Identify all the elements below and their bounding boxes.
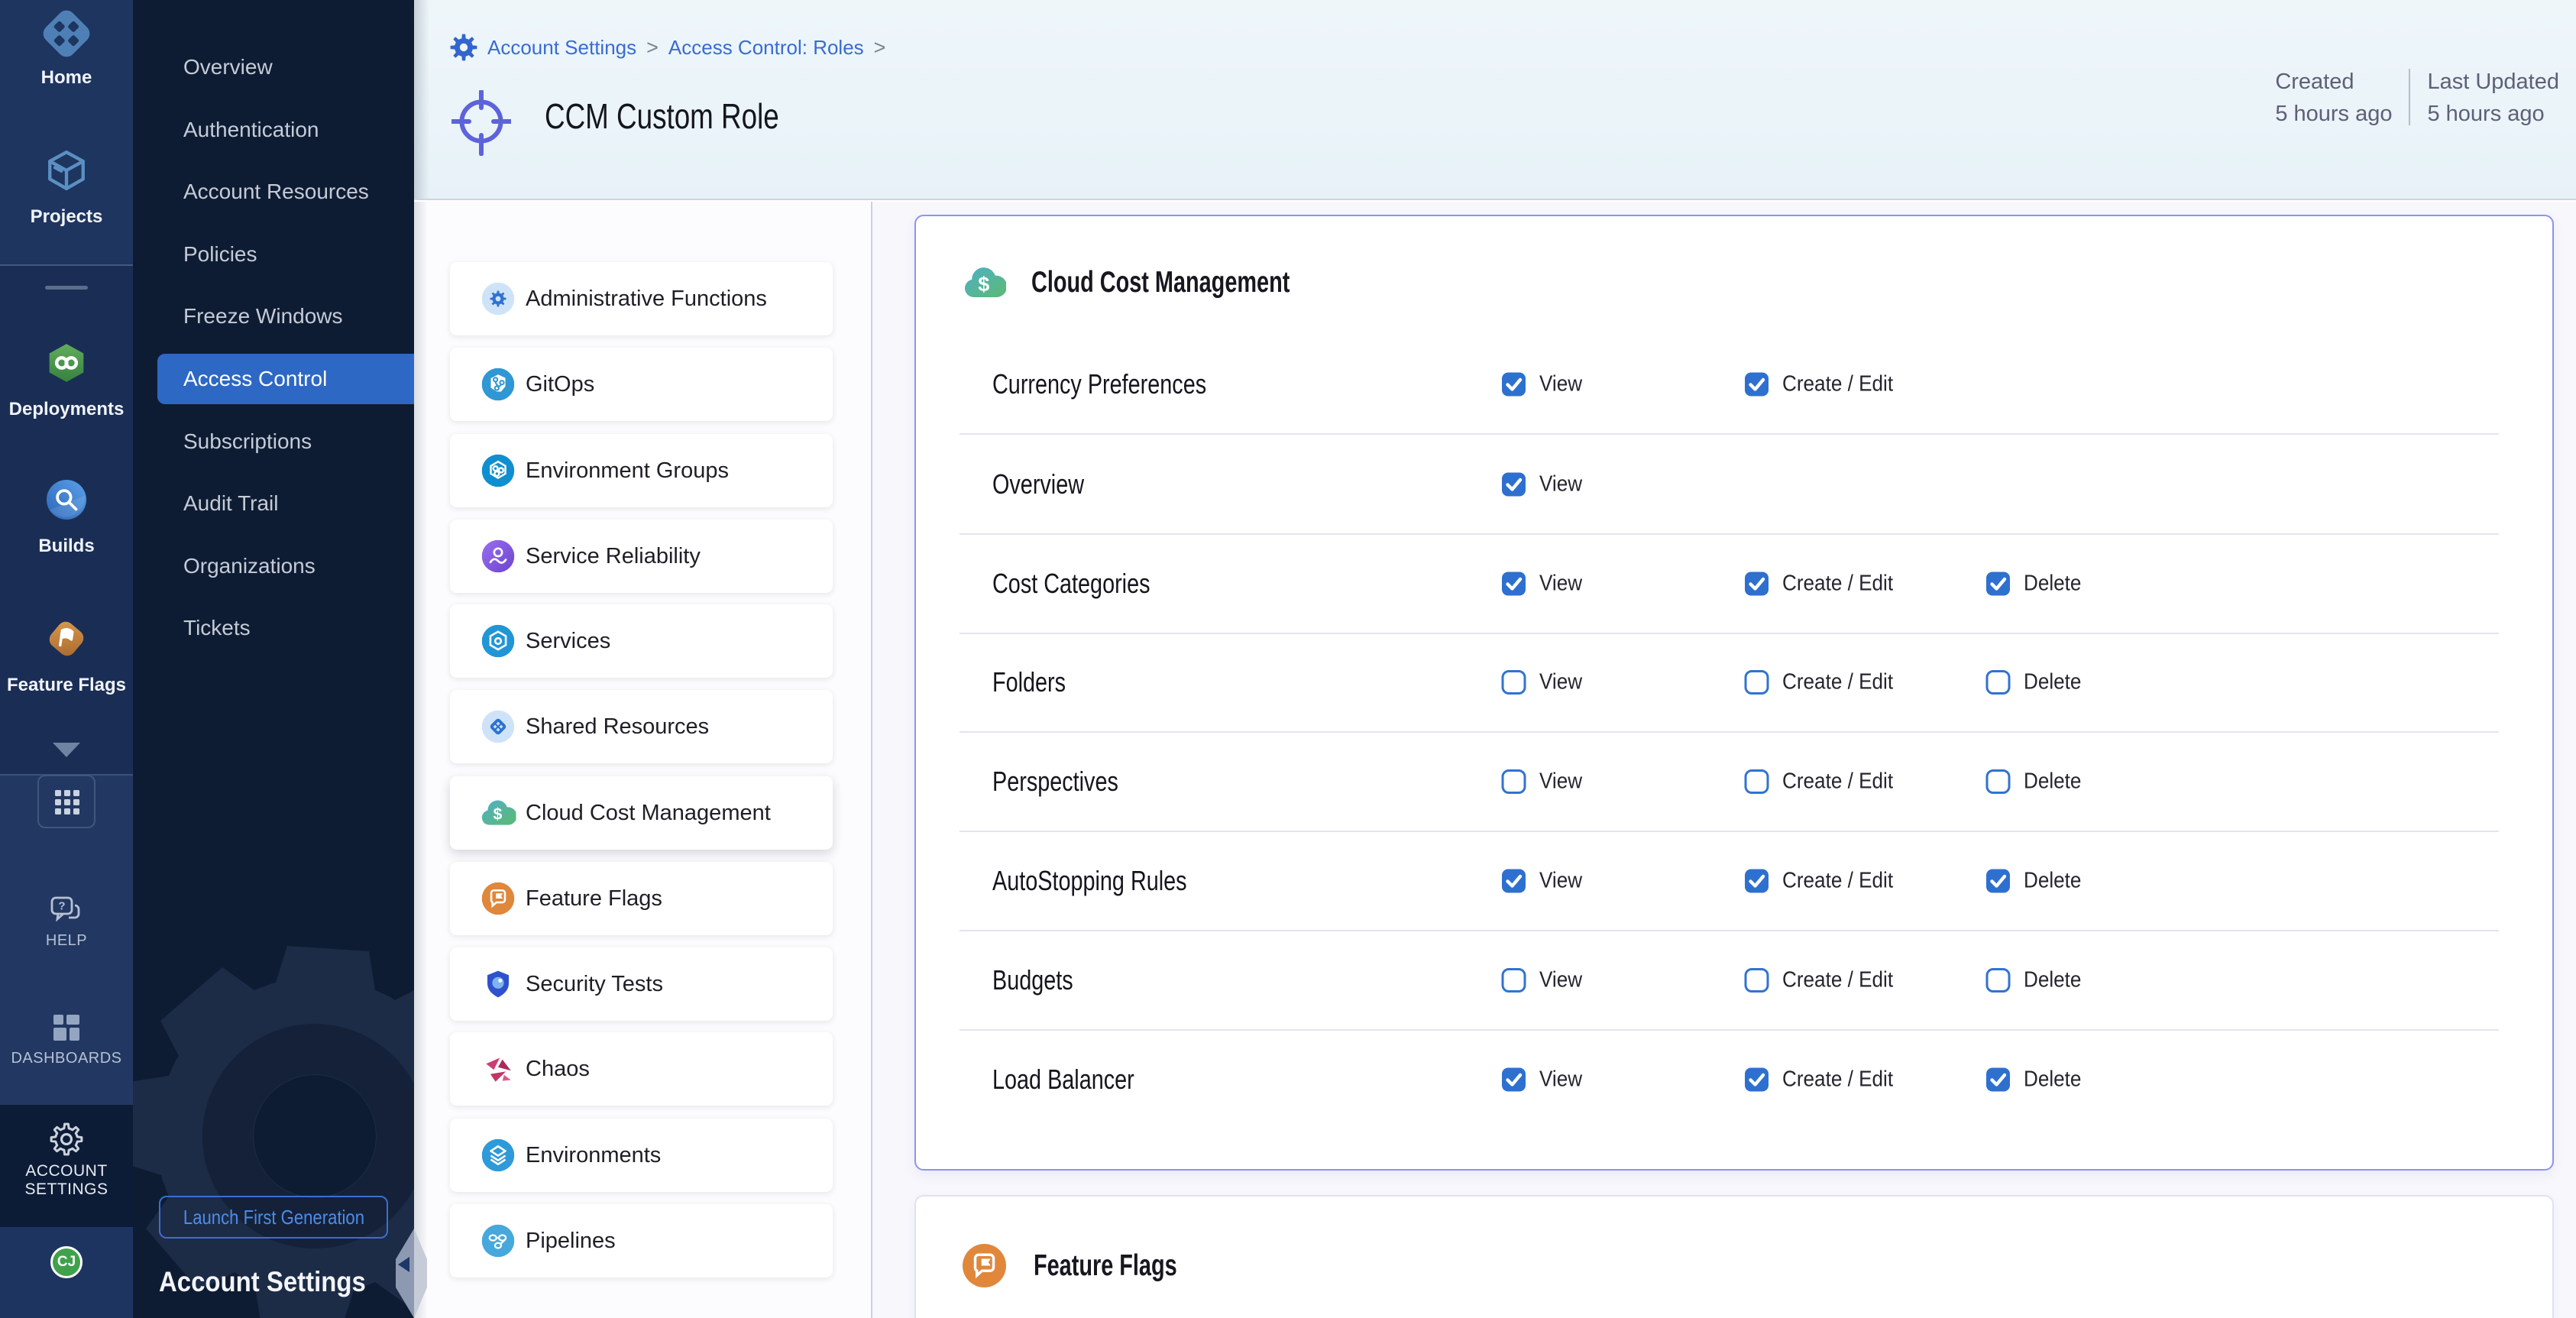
svg-text:$: $ (978, 273, 989, 296)
svg-text:$: $ (494, 805, 503, 823)
svg-text:?: ? (58, 900, 65, 913)
